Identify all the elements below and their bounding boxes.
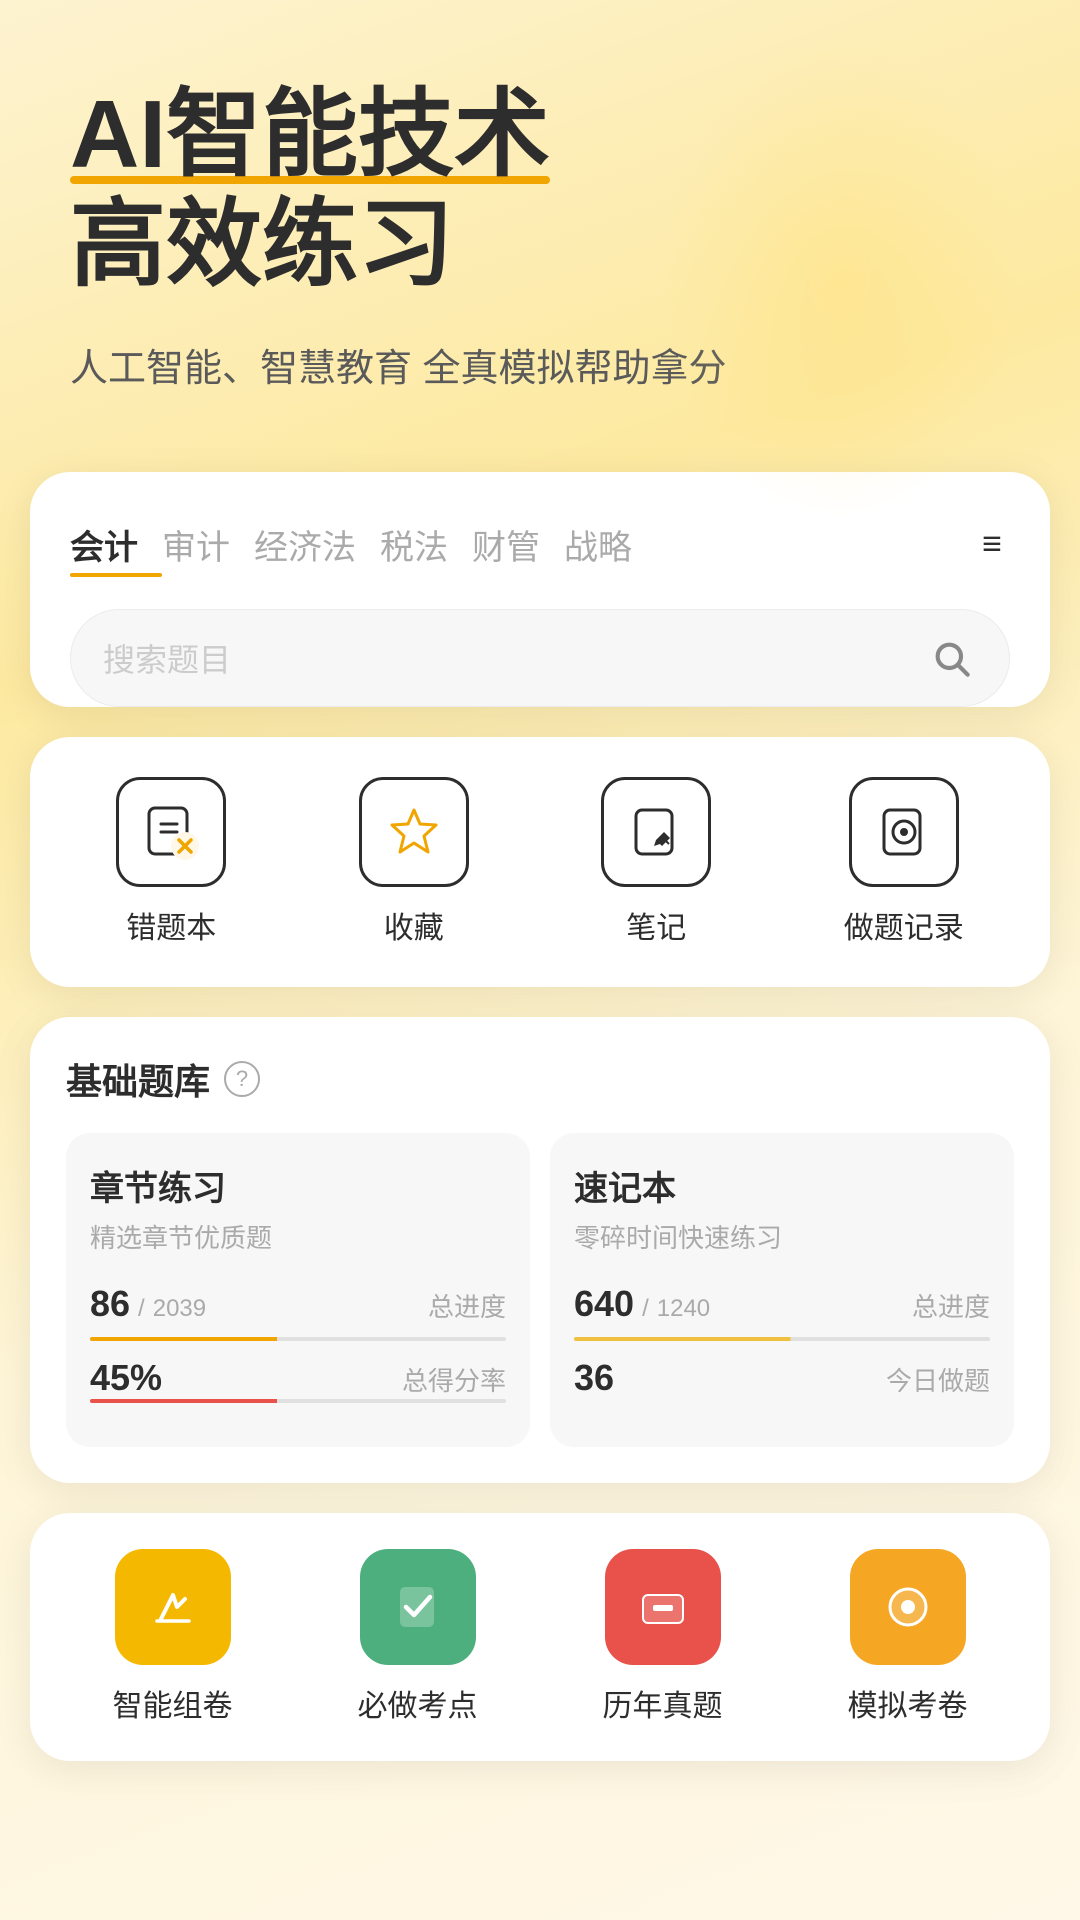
- quick-notes-slash: /: [642, 1295, 649, 1323]
- must-do-icon: [360, 1549, 476, 1665]
- bank-cards: 章节练习 精选章节优质题 86 / 2039 总进度 45% 总得分率 速记本 …: [66, 1133, 1014, 1447]
- bank-title: 基础题库: [66, 1053, 210, 1105]
- chapter-progress-stat: 86 / 2039 总进度: [90, 1283, 506, 1325]
- hero-subtitle: 人工智能、智慧教育 全真模拟帮助拿分: [70, 337, 1010, 392]
- quick-notes-title: 速记本: [574, 1161, 990, 1210]
- chapter-done-count: 86: [90, 1283, 130, 1325]
- chapter-total-count: 2039: [153, 1295, 206, 1323]
- hero-title-line2: 高效练习: [70, 191, 454, 298]
- quick-actions-card: 错题本 收藏 笔记 做题记录: [30, 737, 1050, 987]
- quick-notes-progress-label: 总进度: [912, 1287, 990, 1324]
- tab-bar: 会计 审计 经济法 税法 财管 战略 ≡: [70, 512, 1010, 577]
- quick-notes-today-value: 36: [574, 1357, 614, 1399]
- action-must-do[interactable]: 必做考点: [358, 1549, 478, 1725]
- tab-strategy[interactable]: 战略: [564, 512, 656, 577]
- action-mock-exam[interactable]: 模拟考卷: [848, 1549, 968, 1725]
- mock-exam-label: 模拟考卷: [848, 1681, 968, 1725]
- action-notes[interactable]: 笔记: [601, 777, 711, 947]
- quick-notes-total-count: 1240: [657, 1295, 710, 1323]
- action-favorites[interactable]: 收藏: [359, 777, 469, 947]
- action-history[interactable]: 做题记录: [844, 777, 964, 947]
- history-icon-box: [849, 777, 959, 887]
- hero-title: AI智能技术 高效练习: [70, 80, 1010, 301]
- tab-economic-law[interactable]: 经济法: [254, 512, 380, 577]
- bottom-actions-card: 智能组卷 必做考点 历年真题 模拟考卷: [30, 1513, 1050, 1761]
- quick-notes-progress-stat: 640 / 1240 总进度: [574, 1283, 990, 1325]
- past-papers-icon: [605, 1549, 721, 1665]
- chapter-progress-label: 总进度: [428, 1287, 506, 1324]
- smart-paper-label: 智能组卷: [113, 1681, 233, 1725]
- hero-section: AI智能技术 高效练习 人工智能、智慧教育 全真模拟帮助拿分: [0, 0, 1080, 432]
- search-bar[interactable]: 搜索题目: [70, 609, 1010, 707]
- quick-notes-done-count: 640: [574, 1283, 634, 1325]
- chapter-score-value: 45%: [90, 1357, 162, 1399]
- must-do-label: 必做考点: [358, 1681, 478, 1725]
- quick-notes-desc: 零碎时间快速练习: [574, 1218, 990, 1255]
- chapter-practice-title: 章节练习: [90, 1161, 506, 1210]
- tab-accounting[interactable]: 会计: [70, 512, 162, 577]
- hero-title-line1: AI智能技术: [70, 80, 550, 190]
- tab-audit[interactable]: 审计: [162, 512, 254, 577]
- history-label: 做题记录: [844, 903, 964, 947]
- search-icon[interactable]: [925, 632, 977, 684]
- tab-tax-law[interactable]: 税法: [380, 512, 472, 577]
- chapter-score-stat: 45% 总得分率: [90, 1357, 506, 1399]
- quick-notes-today-stat: 36 今日做题: [574, 1357, 990, 1399]
- bank-header: 基础题库 ?: [66, 1053, 1014, 1105]
- chapter-practice-card[interactable]: 章节练习 精选章节优质题 86 / 2039 总进度 45% 总得分率: [66, 1133, 530, 1447]
- bank-section: 基础题库 ? 章节练习 精选章节优质题 86 / 2039 总进度 45% 总得…: [30, 1017, 1050, 1483]
- mock-exam-icon: [850, 1549, 966, 1665]
- past-papers-label: 历年真题: [603, 1681, 723, 1725]
- chapter-score-bar: [90, 1399, 506, 1403]
- notes-label: 笔记: [626, 903, 686, 947]
- wrong-book-label: 错题本: [126, 903, 216, 947]
- tab-menu-icon[interactable]: ≡: [974, 517, 1010, 572]
- chapter-score-label: 总得分率: [402, 1361, 506, 1398]
- help-icon[interactable]: ?: [224, 1061, 260, 1097]
- tab-finance[interactable]: 财管: [472, 512, 564, 577]
- notes-icon-box: [601, 777, 711, 887]
- quick-notes-card[interactable]: 速记本 零碎时间快速练习 640 / 1240 总进度 36 今日做题: [550, 1133, 1014, 1447]
- quick-notes-progress-bar: [574, 1337, 990, 1341]
- chapter-slash: /: [138, 1295, 145, 1323]
- search-placeholder: 搜索题目: [103, 635, 925, 681]
- quick-notes-today-label: 今日做题: [886, 1361, 990, 1398]
- action-past-papers[interactable]: 历年真题: [603, 1549, 723, 1725]
- wrong-book-icon-box: [116, 777, 226, 887]
- action-wrong-book[interactable]: 错题本: [116, 777, 226, 947]
- action-smart-paper[interactable]: 智能组卷: [113, 1549, 233, 1725]
- smart-paper-icon: [115, 1549, 231, 1665]
- chapter-practice-desc: 精选章节优质题: [90, 1218, 506, 1255]
- chapter-progress-bar: [90, 1337, 506, 1341]
- favorites-label: 收藏: [384, 903, 444, 947]
- favorites-icon-box: [359, 777, 469, 887]
